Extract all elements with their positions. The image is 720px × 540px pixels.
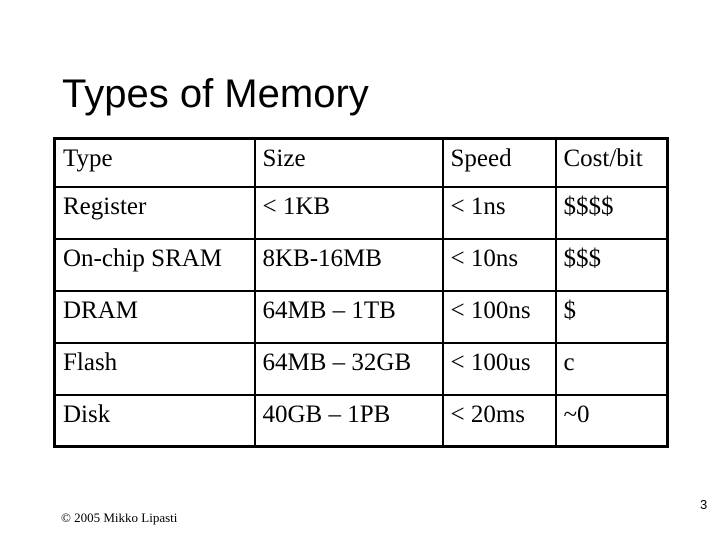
cell-type: Flash — [53, 341, 256, 396]
header-cell-speed: Speed — [441, 137, 557, 188]
header-cell-cost: Cost/bit — [554, 137, 669, 188]
cell-cost: $$$ — [554, 237, 669, 292]
cell-type: On-chip SRAM — [53, 237, 256, 292]
table-row: Register < 1KB < 1ns $$$$ — [53, 185, 669, 240]
cell-speed: < 20ms — [441, 393, 557, 448]
page-number: 3 — [700, 497, 708, 512]
header-cell-size: Size — [253, 137, 444, 188]
header-cell-type: Type — [53, 137, 256, 188]
cell-speed: < 10ns — [441, 237, 557, 292]
cell-type: Disk — [53, 393, 256, 448]
copyright-footer: © 2005 Mikko Lipasti — [61, 510, 178, 525]
cell-speed: < 100ns — [441, 289, 557, 344]
cell-size: 8KB-16MB — [253, 237, 444, 292]
table-row: Disk 40GB – 1PB < 20ms ~0 — [53, 393, 669, 448]
memory-types-table: Type Size Speed Cost/bit Register < 1KB … — [53, 137, 669, 448]
cell-size: < 1KB — [253, 185, 444, 240]
slide-title: Types of Memory — [62, 72, 369, 116]
cell-size: 40GB – 1PB — [253, 393, 444, 448]
cell-speed: < 100us — [441, 341, 557, 396]
cell-size: 64MB – 1TB — [253, 289, 444, 344]
table-header-row: Type Size Speed Cost/bit — [53, 137, 669, 188]
cell-cost: $$$$ — [554, 185, 669, 240]
cell-cost: $ — [554, 289, 669, 344]
cell-type: DRAM — [53, 289, 256, 344]
table-row: Flash 64MB – 32GB < 100us c — [53, 341, 669, 396]
cell-cost: c — [554, 341, 669, 396]
table-row: DRAM 64MB – 1TB < 100ns $ — [53, 289, 669, 344]
cell-speed: < 1ns — [441, 185, 557, 240]
table-row: On-chip SRAM 8KB-16MB < 10ns $$$ — [53, 237, 669, 292]
cell-type: Register — [53, 185, 256, 240]
cell-size: 64MB – 32GB — [253, 341, 444, 396]
cell-cost: ~0 — [554, 393, 669, 448]
